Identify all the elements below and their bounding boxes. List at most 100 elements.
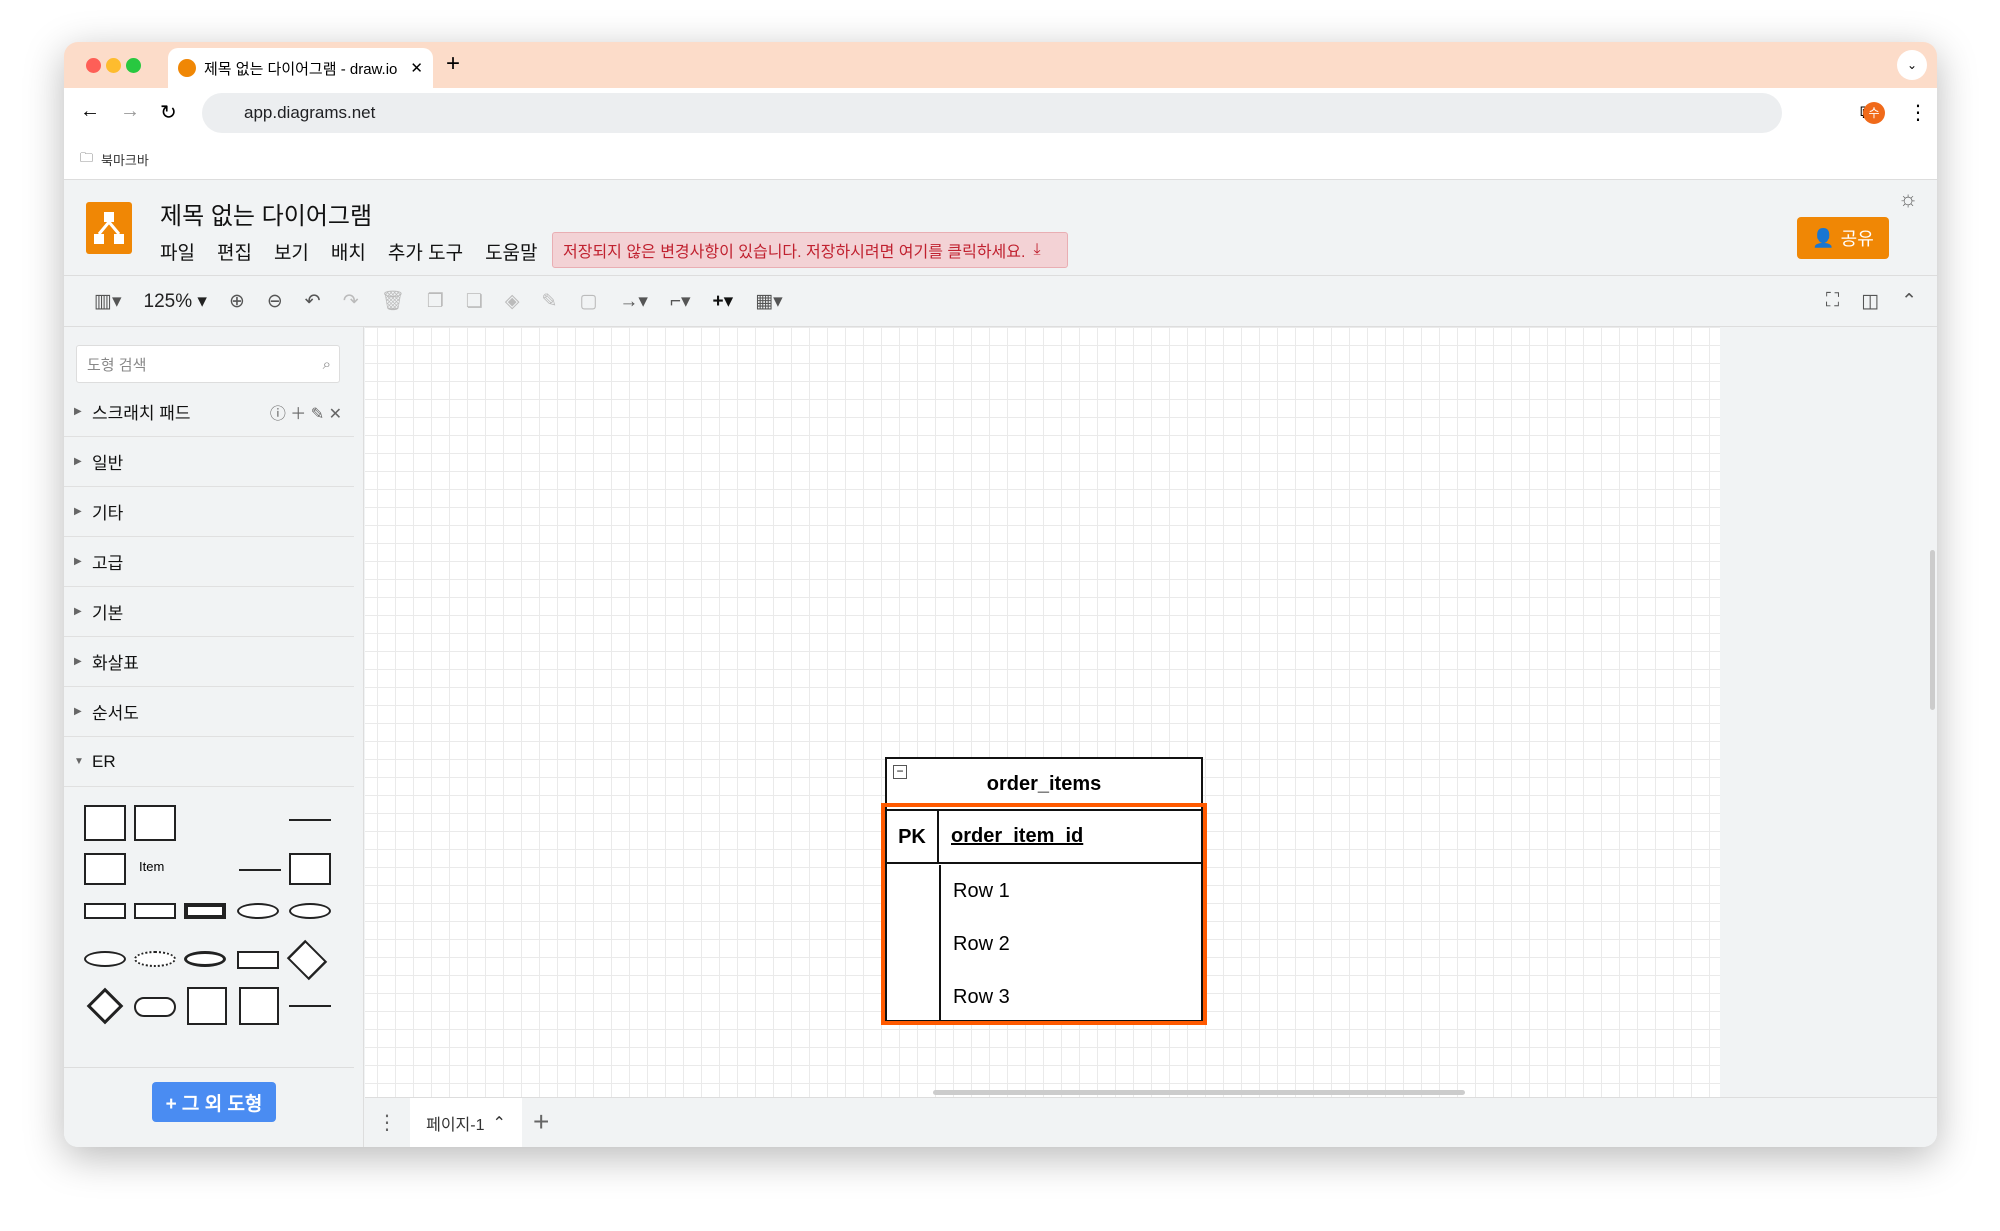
collapse-icon[interactable]: − bbox=[893, 765, 907, 779]
menu-extras[interactable]: 추가 도구 bbox=[388, 243, 463, 264]
zoom-in-icon[interactable]: ⊕ bbox=[229, 290, 245, 313]
undo-icon[interactable]: ↶ bbox=[305, 290, 321, 313]
more-menu-icon[interactable]: ⋮ bbox=[1908, 100, 1928, 125]
tab-bar: 제목 없는 다이어그램 - draw.io ✕ + ⌄ bbox=[64, 42, 1937, 88]
shape-identifying-relationship[interactable] bbox=[86, 987, 124, 1025]
shape-multivalue-attribute[interactable] bbox=[184, 951, 226, 967]
horizontal-scrollbar[interactable] bbox=[933, 1090, 1465, 1095]
section-general[interactable]: ▶ 일반 bbox=[64, 437, 354, 487]
to-back-icon[interactable]: ❏ bbox=[466, 290, 483, 313]
shape-associative-entity[interactable] bbox=[237, 951, 279, 969]
profile-avatar[interactable]: 수 bbox=[1863, 102, 1885, 124]
section-label: 스크래치 패드 bbox=[92, 404, 191, 423]
shape-entity[interactable] bbox=[84, 903, 126, 919]
scratchpad-actions-icons[interactable]: ⓘ ＋ ✎ ✕ bbox=[270, 400, 342, 424]
user-icon: 👤 bbox=[1812, 227, 1835, 248]
search-icon[interactable]: ⌕ bbox=[323, 356, 331, 373]
menu-edit[interactable]: 편집 bbox=[217, 243, 252, 264]
search-placeholder: 도형 검색 bbox=[87, 356, 147, 374]
browser-tab[interactable]: 제목 없는 다이어그램 - draw.io ✕ bbox=[168, 48, 433, 88]
browser-window: 제목 없는 다이어그램 - draw.io ✕ + ⌄ ← → ↻ app.di… bbox=[64, 42, 1937, 1147]
chevron-up-icon[interactable]: ⌃ bbox=[492, 1113, 505, 1133]
new-tab-button[interactable]: + bbox=[446, 50, 460, 78]
collapse-icon[interactable]: ⌃ bbox=[1901, 290, 1917, 313]
drawio-logo bbox=[86, 202, 132, 254]
shadow-icon[interactable]: ▢ bbox=[579, 290, 597, 313]
back-icon[interactable]: ← bbox=[80, 100, 100, 123]
shape-main-sub[interactable] bbox=[187, 987, 227, 1025]
shape-relationship[interactable] bbox=[286, 939, 328, 981]
more-shapes-button[interactable]: + 그 외 도형 bbox=[152, 1082, 276, 1122]
shape-line-2[interactable] bbox=[289, 1005, 331, 1007]
shape-cloud[interactable] bbox=[134, 997, 176, 1017]
shape-entity-rounded[interactable] bbox=[134, 903, 176, 919]
bookmarks-folder[interactable]: 북마크바 bbox=[101, 150, 149, 169]
folder-icon: 🗀 bbox=[80, 149, 94, 165]
close-window-button[interactable] bbox=[86, 58, 101, 73]
section-advanced[interactable]: ▶ 고급 bbox=[64, 537, 354, 587]
menu-bar: 파일 편집 보기 배치 추가 도구 도움말 bbox=[160, 238, 560, 265]
shape-attribute[interactable] bbox=[237, 903, 279, 919]
menu-view[interactable]: 보기 bbox=[274, 243, 309, 264]
section-flowchart[interactable]: ▶ 순서도 bbox=[64, 687, 354, 737]
shape-note[interactable] bbox=[239, 987, 279, 1025]
zoom-select[interactable]: 125% ▾ bbox=[144, 290, 207, 313]
section-scratchpad[interactable]: ▶ 스크래치 패드 ⓘ ＋ ✎ ✕ bbox=[64, 387, 354, 437]
to-front-icon[interactable]: ❐ bbox=[427, 290, 444, 313]
diagram-canvas[interactable]: − order_items PK order_item_id Row 1 Row… bbox=[365, 327, 1720, 1097]
add-page-icon[interactable]: + bbox=[533, 1106, 549, 1138]
section-er[interactable]: ▼ ER bbox=[64, 737, 354, 787]
close-tab-icon[interactable]: ✕ bbox=[410, 59, 423, 77]
shape-list[interactable] bbox=[84, 853, 126, 885]
menu-help[interactable]: 도움말 bbox=[485, 243, 537, 264]
delete-icon[interactable]: 🗑 bbox=[381, 289, 405, 313]
theme-icon[interactable]: ☼ bbox=[1898, 186, 1918, 212]
drawio-app: 제목 없는 다이어그램 파일 편집 보기 배치 추가 도구 도움말 저장되지 않은 변경사… bbox=[64, 180, 1937, 1147]
section-label: ER bbox=[92, 751, 116, 771]
shape-derived-attribute[interactable] bbox=[134, 951, 176, 967]
section-arrows[interactable]: ▶ 화살표 bbox=[64, 637, 354, 687]
shape-table[interactable] bbox=[84, 805, 126, 841]
waypoints-icon[interactable]: ⌐▾ bbox=[670, 290, 691, 313]
shape-attribute-3[interactable] bbox=[84, 951, 126, 967]
shape-attribute-2[interactable] bbox=[289, 903, 331, 919]
shape-row-line[interactable] bbox=[289, 819, 331, 821]
minimize-window-button[interactable] bbox=[106, 58, 121, 73]
section-misc[interactable]: ▶ 기타 bbox=[64, 487, 354, 537]
toggle-panel-icon[interactable]: ◫ bbox=[1861, 290, 1879, 313]
connection-icon[interactable]: →▾ bbox=[619, 290, 648, 313]
vertical-scrollbar[interactable] bbox=[1930, 550, 1935, 710]
section-label: 기타 bbox=[92, 504, 124, 523]
tab-search-button[interactable]: ⌄ bbox=[1897, 50, 1927, 80]
section-basic[interactable]: ▶ 기본 bbox=[64, 587, 354, 637]
diagram-title[interactable]: 제목 없는 다이어그램 bbox=[160, 196, 372, 231]
toolbar: ▥▾ 125% ▾ ⊕ ⊖ ↶ ↷ 🗑 ❐ ❏ ◈ ✎ ▢ →▾ ⌐▾ +▾ ▦… bbox=[64, 275, 1937, 327]
reload-icon[interactable]: ↻ bbox=[160, 100, 177, 125]
redo-icon[interactable]: ↷ bbox=[343, 290, 359, 313]
share-label: 공유 bbox=[1840, 229, 1874, 249]
menu-file[interactable]: 파일 bbox=[160, 243, 195, 264]
insert-icon[interactable]: +▾ bbox=[713, 290, 734, 313]
zoom-out-icon[interactable]: ⊖ bbox=[267, 290, 283, 313]
page-name: 페이지-1 bbox=[426, 1117, 485, 1134]
shape-line[interactable] bbox=[239, 869, 281, 871]
pages-menu-icon[interactable]: ⋮ bbox=[377, 1110, 397, 1135]
fill-color-icon[interactable]: ◈ bbox=[505, 290, 520, 313]
table-icon[interactable]: ▦▾ bbox=[755, 290, 783, 313]
format-panel-icon[interactable]: ▥▾ bbox=[94, 290, 122, 313]
forward-icon[interactable]: → bbox=[120, 100, 140, 123]
share-button[interactable]: 👤 공유 bbox=[1797, 217, 1889, 259]
url-input[interactable]: app.diagrams.net bbox=[202, 93, 1782, 133]
shape-entity-attrs[interactable] bbox=[289, 853, 331, 885]
shape-weak-entity[interactable] bbox=[184, 903, 226, 919]
menu-arrange[interactable]: 배치 bbox=[331, 243, 366, 264]
section-label: 고급 bbox=[92, 554, 124, 573]
shape-item[interactable]: Item bbox=[139, 859, 164, 874]
shape-table-2[interactable] bbox=[134, 805, 176, 841]
unsaved-warning-button[interactable]: 저장되지 않은 변경사항이 있습니다. 저장하시려면 여기를 클릭하세요. ⤓ bbox=[552, 232, 1068, 268]
shape-search-input[interactable]: 도형 검색 ⌕ bbox=[76, 345, 340, 383]
fullscreen-icon[interactable]: ⛶ bbox=[1826, 290, 1839, 312]
page-tab[interactable]: 페이지-1 ⌃ bbox=[410, 1098, 522, 1147]
maximize-window-button[interactable] bbox=[126, 58, 141, 73]
line-color-icon[interactable]: ✎ bbox=[541, 290, 557, 313]
